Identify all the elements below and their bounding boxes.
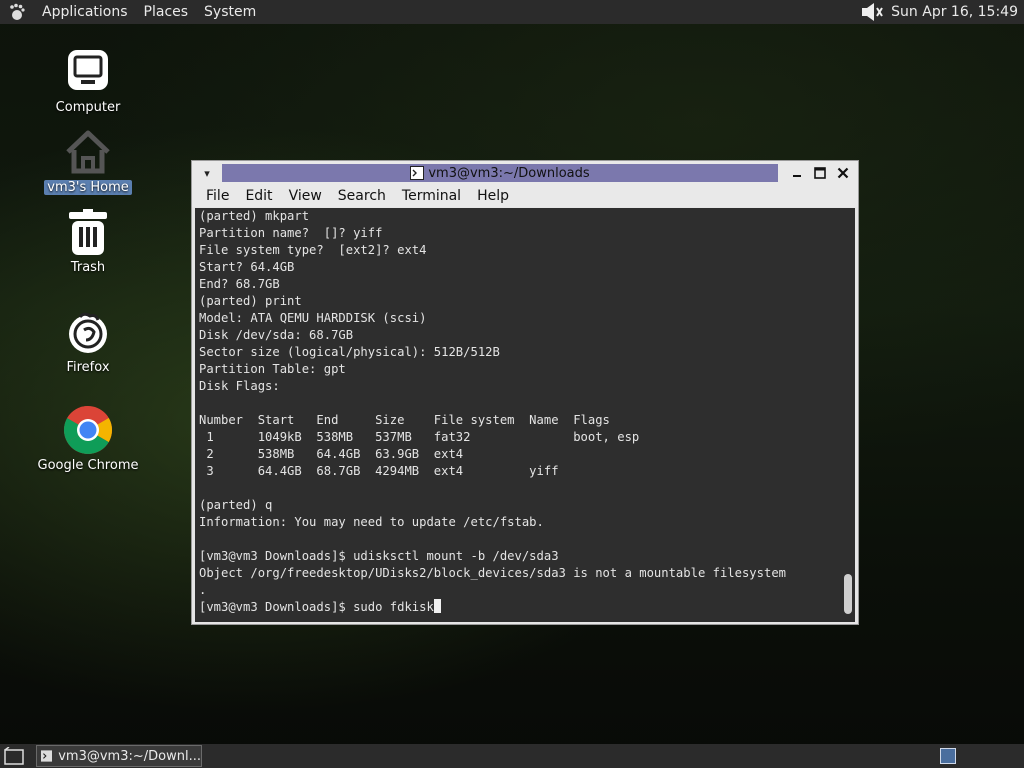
desktop-icon-firefox[interactable]: Firefox — [38, 306, 138, 375]
menu-file[interactable]: File — [198, 188, 237, 204]
desktop-icon-chrome[interactable]: Google Chrome — [38, 404, 138, 473]
minimize-button[interactable] — [788, 164, 806, 182]
desktop-icon-trash[interactable]: Trash — [38, 206, 138, 275]
window-titlebar[interactable]: ▾ vm3@vm3:~/Downloads — [192, 161, 858, 185]
menu-help[interactable]: Help — [469, 188, 517, 204]
taskbar-item-label: vm3@vm3:~/Downl... — [58, 748, 201, 764]
gnome-foot-icon[interactable] — [6, 1, 28, 23]
top-panel: Applications Places System Sun Apr 16, 1… — [0, 0, 1024, 24]
window-title: vm3@vm3:~/Downloads — [428, 165, 590, 181]
menu-search[interactable]: Search — [330, 188, 394, 204]
desktop-icon-computer[interactable]: Computer — [38, 46, 138, 115]
workspace-switcher[interactable] — [940, 748, 956, 764]
bottom-panel: vm3@vm3:~/Downl... — [0, 744, 1024, 768]
menu-system[interactable]: System — [196, 0, 264, 24]
maximize-button[interactable] — [811, 164, 829, 182]
window-menu-icon[interactable]: ▾ — [198, 164, 216, 182]
desktop-icon-label: Google Chrome — [37, 458, 139, 473]
desktop-icon-home[interactable]: vm3's Home — [38, 126, 138, 195]
window-title-area[interactable]: vm3@vm3:~/Downloads — [222, 164, 778, 182]
terminal-icon — [41, 750, 53, 762]
terminal-menubar: File Edit View Search Terminal Help — [192, 185, 858, 207]
firefox-icon — [62, 306, 114, 358]
menu-edit[interactable]: Edit — [237, 188, 280, 204]
close-button[interactable] — [834, 164, 852, 182]
scrollbar[interactable] — [841, 208, 855, 622]
taskbar-item-terminal[interactable]: vm3@vm3:~/Downl... — [36, 745, 202, 767]
menu-view[interactable]: View — [281, 188, 330, 204]
terminal-output[interactable]: (parted) mkpart Partition name? []? yiff… — [195, 208, 855, 622]
volume-icon[interactable] — [859, 1, 885, 23]
terminal-window[interactable]: ▾ vm3@vm3:~/Downloads File Edit View Sea… — [191, 160, 859, 625]
clock[interactable]: Sun Apr 16, 15:49 — [891, 4, 1024, 20]
desktop-icon-label: Computer — [55, 100, 121, 115]
menu-applications[interactable]: Applications — [34, 0, 136, 24]
desktop-icon-label: Firefox — [66, 360, 110, 375]
scrollbar-thumb[interactable] — [844, 574, 852, 614]
terminal-text: (parted) mkpart Partition name? []? yiff… — [199, 209, 786, 614]
chrome-icon — [62, 404, 114, 456]
menu-terminal[interactable]: Terminal — [394, 188, 469, 204]
menu-places[interactable]: Places — [136, 0, 197, 24]
desktop-icon-label: vm3's Home — [44, 180, 132, 195]
home-folder-icon — [62, 126, 114, 178]
trash-icon — [62, 206, 114, 258]
computer-icon — [62, 46, 114, 98]
desktop-icon-label: Trash — [70, 260, 106, 275]
terminal-icon — [410, 166, 425, 180]
terminal-cursor — [433, 599, 441, 613]
show-desktop-icon[interactable] — [2, 745, 26, 767]
